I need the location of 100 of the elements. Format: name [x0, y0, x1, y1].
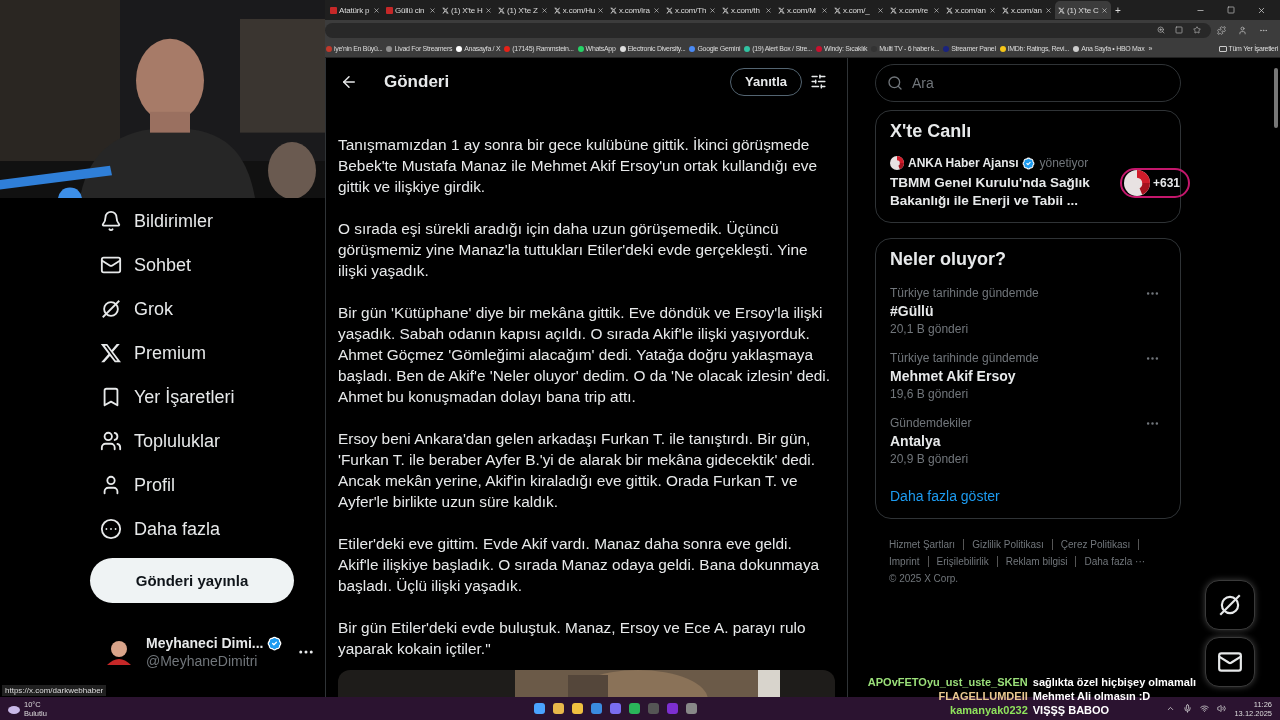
show-more-link[interactable]: Daha fazla göster — [890, 488, 1166, 504]
close-icon[interactable] — [989, 6, 996, 14]
reply-button[interactable]: Yanıtla — [730, 67, 802, 96]
close-icon[interactable] — [1101, 6, 1108, 14]
trend-topic[interactable]: Antalya — [890, 433, 941, 449]
envelope-icon — [1217, 649, 1243, 675]
nav-item[interactable]: Yer İşaretleri — [90, 375, 247, 419]
cast-icon[interactable] — [1175, 26, 1183, 34]
browser-tab[interactable]: x.com/ira — [607, 1, 663, 19]
footer-link[interactable]: Daha fazla ··· — [1084, 556, 1146, 567]
browser-tab[interactable]: Güllü cin — [383, 1, 439, 19]
chat-message: Mehmet Ali olmasın :D — [1032, 690, 1151, 702]
chat-message: sağlıkta özel hiçbişey olmamalı — [1032, 676, 1196, 688]
browser-tab[interactable]: x.com/th — [719, 1, 775, 19]
close-icon[interactable] — [373, 6, 380, 14]
x-logo-icon — [666, 6, 673, 14]
browser-tab[interactable]: x.com/an — [943, 1, 999, 19]
close-icon[interactable] — [541, 6, 548, 14]
x-logo-icon — [778, 6, 785, 14]
app-icon[interactable] — [553, 703, 564, 714]
browser-tab[interactable]: (1) X'te C — [1055, 1, 1111, 19]
footer-link[interactable]: Erişilebilirlik — [936, 556, 998, 567]
chat-username: kamanyak0232 — [949, 704, 1028, 716]
footer-link[interactable]: Gizlilik Politikası — [972, 539, 1053, 550]
footer-link[interactable]: Çerez Politikası — [1060, 539, 1140, 550]
status-url: https://x.com/darkwebhaber — [2, 685, 107, 696]
star-icon[interactable] — [1193, 26, 1201, 34]
microphone-icon[interactable] — [1183, 704, 1193, 713]
post-paragraph: Etiler'deki eve gittim. Evde Akif vardı. Manaz daha sonra eve geldi. Akif'le ilişkiye başladık. O sırada Manaz odaya geldi. Bana dokunmaya başladı. Üçlü ilişki yaşadık. — [338, 534, 821, 596]
browser-tab[interactable]: x.com/re — [887, 1, 943, 19]
network-icon[interactable] — [1200, 704, 1210, 713]
browser-tab[interactable]: x.com/Th — [663, 1, 719, 19]
messages-button[interactable] — [1205, 637, 1255, 687]
new-tab-button[interactable]: + — [1115, 4, 1121, 16]
chevron-icon[interactable] — [1166, 704, 1176, 713]
trend-topic[interactable]: #Güllü — [890, 303, 934, 319]
trend-context: Türkiye tarihinde gündemde — [890, 286, 1039, 300]
app-icon[interactable] — [572, 703, 583, 714]
app-icon[interactable] — [629, 703, 640, 714]
verified-badge-icon — [267, 635, 283, 651]
x-logo-icon — [722, 6, 729, 14]
search-field[interactable]: Ara — [875, 64, 1181, 102]
grok-button[interactable] — [1205, 580, 1255, 630]
speaker-icon[interactable] — [1217, 704, 1227, 713]
page-title: Gönderi — [384, 71, 450, 92]
profile-icon[interactable] — [1238, 25, 1247, 35]
close-icon[interactable] — [597, 6, 604, 14]
close-icon[interactable] — [1045, 6, 1052, 14]
close-icon[interactable] — [485, 6, 492, 14]
footer-link[interactable]: Reklam bilgisi — [1005, 556, 1077, 567]
nav-item[interactable]: Grok — [90, 287, 185, 331]
app-icon[interactable] — [686, 703, 697, 714]
x-logo-icon — [442, 6, 449, 14]
nav-item[interactable]: Profil — [90, 463, 187, 507]
people-icon — [100, 430, 122, 452]
browser-tab[interactable]: x.com/Hu — [551, 1, 607, 19]
verified-badge-icon — [1022, 156, 1036, 170]
swirl-logo-icon — [890, 156, 904, 170]
copyright: © 2025 X Corp. — [889, 573, 959, 584]
close-icon[interactable] — [1257, 5, 1266, 15]
more-icon — [100, 518, 122, 540]
post-button[interactable]: Gönderi yayınla — [90, 558, 294, 603]
maximize-icon[interactable] — [1227, 5, 1235, 14]
browser-tab[interactable]: x.com/M — [775, 1, 831, 19]
folder-icon — [1218, 45, 1227, 52]
browser-tab[interactable]: (1) X'te H — [439, 1, 495, 19]
nav-item[interactable]: Daha fazla — [90, 507, 233, 551]
footer-link[interactable]: Hizmet Şartları — [889, 539, 965, 550]
zoom-icon[interactable] — [1157, 26, 1165, 34]
close-icon[interactable] — [765, 6, 772, 14]
nav-item[interactable]: Bildirimler — [90, 199, 225, 243]
sliders-icon[interactable] — [810, 73, 827, 90]
browser-tab[interactable]: (1) X'te Z — [495, 1, 551, 19]
close-icon[interactable] — [429, 6, 436, 14]
favicon-icon — [330, 6, 337, 14]
chat-username: APOvFETOyu_ust_uste_SKEN — [867, 676, 1028, 688]
x-logo-icon — [498, 6, 505, 14]
footer-link[interactable]: Imprint — [889, 556, 929, 567]
app-icon[interactable] — [610, 703, 621, 714]
close-icon[interactable] — [653, 6, 660, 14]
slashed-circle-icon — [100, 298, 122, 320]
close-icon[interactable] — [709, 6, 716, 14]
browser-tab[interactable]: x.com/_ — [831, 1, 887, 19]
close-icon[interactable] — [933, 6, 940, 14]
trend-topic[interactable]: Mehmet Akif Ersoy — [890, 368, 1016, 384]
bell-icon — [100, 210, 122, 232]
browser-tab[interactable]: Atatürk p — [327, 1, 383, 19]
live-headline[interactable]: TBMM Genel Kurulu'nda Sağlık Bakanlığı ile Enerji ve Tabii ... — [890, 174, 1112, 210]
nav-item[interactable]: Sohbet — [90, 243, 204, 287]
nav-item[interactable]: Premium — [90, 331, 218, 375]
swirl-logo-icon — [1124, 170, 1150, 196]
close-icon[interactable] — [877, 6, 884, 14]
x-logo-icon — [554, 6, 561, 14]
nav-item[interactable]: Topluluklar — [90, 419, 233, 463]
listener-count[interactable]: +631 — [1120, 168, 1191, 198]
close-icon[interactable] — [821, 6, 828, 14]
browser-tab[interactable]: x.com/an — [999, 1, 1055, 19]
app-icon[interactable] — [534, 703, 545, 714]
puzzle-icon[interactable] — [1217, 25, 1226, 35]
app-icon[interactable] — [591, 703, 602, 714]
